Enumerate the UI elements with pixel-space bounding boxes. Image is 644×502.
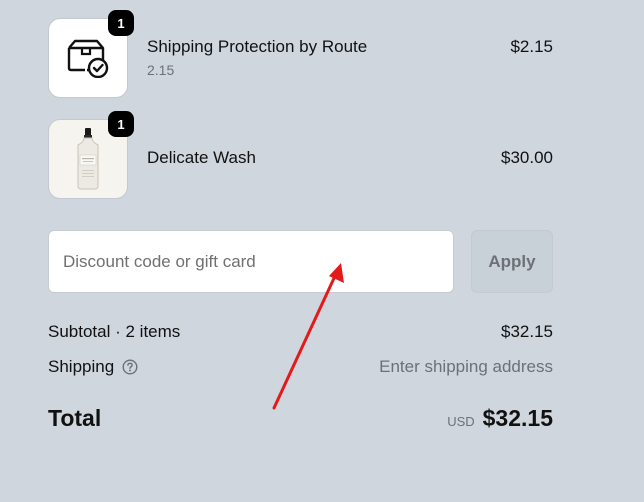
bottle-product-image: [77, 128, 99, 190]
quantity-badge: 1: [108, 10, 134, 36]
quantity-badge: 1: [108, 111, 134, 137]
shipping-protection-icon: [67, 39, 109, 78]
subtotal-label: Subtotal · 2 items: [48, 322, 181, 341]
shipping-value: Enter shipping address: [379, 357, 553, 376]
subtotal-row: Subtotal · 2 items $32.15: [48, 322, 553, 346]
shipping-row: Shipping Enter shipping address: [48, 357, 553, 381]
item-name: Delicate Wash: [147, 148, 256, 167]
apply-discount-button[interactable]: Apply: [471, 230, 553, 293]
line-item-shipping-protection: 1 Shipping Protection by Route 2.15 $2.1…: [48, 10, 553, 98]
item-price: $2.15: [510, 37, 553, 56]
item-name: Shipping Protection by Route: [147, 37, 368, 56]
help-icon[interactable]: [122, 359, 138, 375]
total-value-group: USD $32.15: [447, 405, 553, 432]
subtotal-value: $32.15: [501, 322, 553, 341]
item-price: $30.00: [501, 148, 553, 167]
discount-code-input[interactable]: [48, 230, 454, 293]
total-label: Total: [48, 405, 102, 431]
currency-code: USD: [447, 414, 475, 429]
item-subtitle: 2.15: [147, 62, 175, 78]
shipping-label: Shipping: [48, 357, 115, 376]
shipping-label-group: Shipping: [48, 357, 138, 377]
total-amount: $32.15: [482, 405, 553, 431]
line-item-delicate-wash: 1 Delicate Wash $30.00: [48, 111, 553, 199]
total-row: Total USD $32.15: [48, 405, 553, 437]
